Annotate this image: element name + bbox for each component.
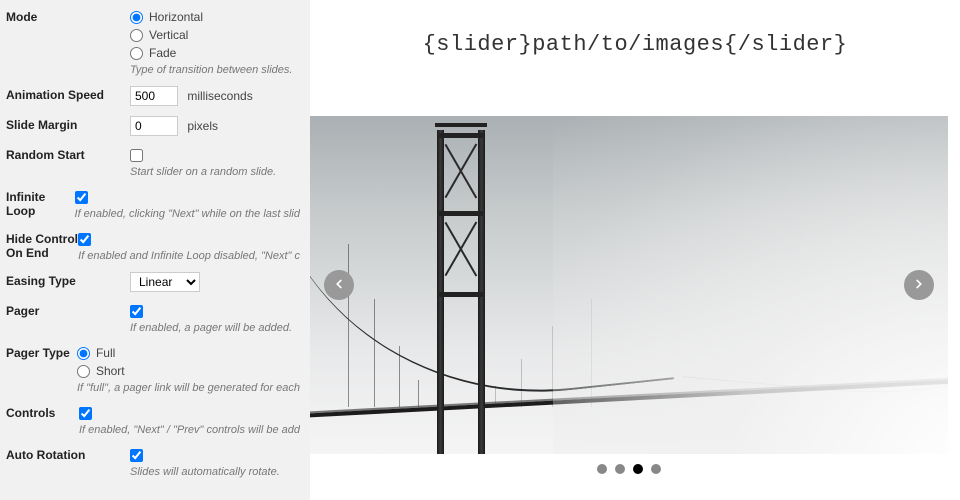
row-auto-rotation: Auto Rotation Slides will automatically … [6,444,300,480]
row-pager: Pager If enabled, a pager will be added. [6,300,300,336]
label-mode: Mode [6,8,130,24]
controls-checkbox[interactable] [79,407,92,420]
animation-speed-units: milliseconds [187,89,252,103]
auto-rotation-checkbox[interactable] [130,449,143,462]
chevron-left-icon [332,277,346,294]
slide-margin-units: pixels [187,119,218,133]
chevron-right-icon [912,277,926,294]
hide-control-on-end-checkbox[interactable] [78,233,91,246]
slide-image [310,116,948,454]
label-slide-margin: Slide Margin [6,116,130,132]
pager-type-option-short[interactable]: Short [77,362,300,380]
pager-type-radio-full[interactable] [77,347,90,360]
mode-option-vertical[interactable]: Vertical [130,26,300,44]
prev-button[interactable] [324,270,354,300]
label-hide-control-on-end: Hide Control On End [6,230,78,260]
mode-option-fade[interactable]: Fade [130,44,300,62]
pager-dot-1[interactable] [597,464,607,474]
label-easing-type: Easing Type [6,272,130,288]
mode-radio-fade[interactable] [130,47,143,60]
row-animation-speed: Animation Speed milliseconds [6,84,300,108]
help-random-start: Start slider on a random slide. [130,166,300,178]
help-infinite-loop: If enabled, clicking "Next" while on the… [75,208,300,220]
bridge-tower [431,116,491,454]
pager-dot-3[interactable] [633,464,643,474]
animation-speed-input[interactable] [130,86,178,106]
pager-type-option-full[interactable]: Full [77,344,300,362]
help-mode: Type of transition between slides. [130,64,300,76]
easing-type-select[interactable]: Linear [130,272,200,292]
label-pager: Pager [6,302,130,318]
label-pager-type: Pager Type [6,344,77,360]
label-animation-speed: Animation Speed [6,86,130,102]
row-infinite-loop: Infinite Loop If enabled, clicking "Next… [6,186,300,222]
pager-checkbox[interactable] [130,305,143,318]
slide-margin-input[interactable] [130,116,178,136]
row-easing-type: Easing Type Linear [6,270,300,294]
slider-preview: {slider}path/to/images{/slider} [310,0,960,500]
row-slide-margin: Slide Margin pixels [6,114,300,138]
shortcode-example: {slider}path/to/images{/slider} [310,0,960,69]
label-random-start: Random Start [6,146,130,162]
pager-dot-4[interactable] [651,464,661,474]
label-controls: Controls [6,404,79,420]
infinite-loop-checkbox[interactable] [75,191,88,204]
help-auto-rotation: Slides will automatically rotate. [130,466,300,478]
label-infinite-loop: Infinite Loop [6,188,75,218]
next-button[interactable] [904,270,934,300]
pager-dots [310,454,948,474]
slider [310,116,948,482]
label-auto-rotation: Auto Rotation [6,446,130,462]
row-pager-type: Pager Type Full Short If "full", a pager… [6,342,300,396]
mode-radio-vertical[interactable] [130,29,143,42]
row-controls: Controls If enabled, "Next" / "Prev" con… [6,402,300,438]
help-hide-control-on-end: If enabled and Infinite Loop disabled, "… [78,250,300,262]
mode-option-horizontal[interactable]: Horizontal [130,8,300,26]
slider-settings-panel: Mode Horizontal Vertical Fade Type of tr… [0,0,310,500]
mode-radio-horizontal[interactable] [130,11,143,24]
random-start-checkbox[interactable] [130,149,143,162]
row-mode: Mode Horizontal Vertical Fade Type of tr… [6,6,300,78]
help-pager-type: If "full", a pager link will be generate… [77,382,300,394]
pager-dot-2[interactable] [615,464,625,474]
pager-type-radio-short[interactable] [77,365,90,378]
row-random-start: Random Start Start slider on a random sl… [6,144,300,180]
help-controls: If enabled, "Next" / "Prev" controls wil… [79,424,300,436]
help-pager: If enabled, a pager will be added. [130,322,300,334]
row-hide-control-on-end: Hide Control On End If enabled and Infin… [6,228,300,264]
